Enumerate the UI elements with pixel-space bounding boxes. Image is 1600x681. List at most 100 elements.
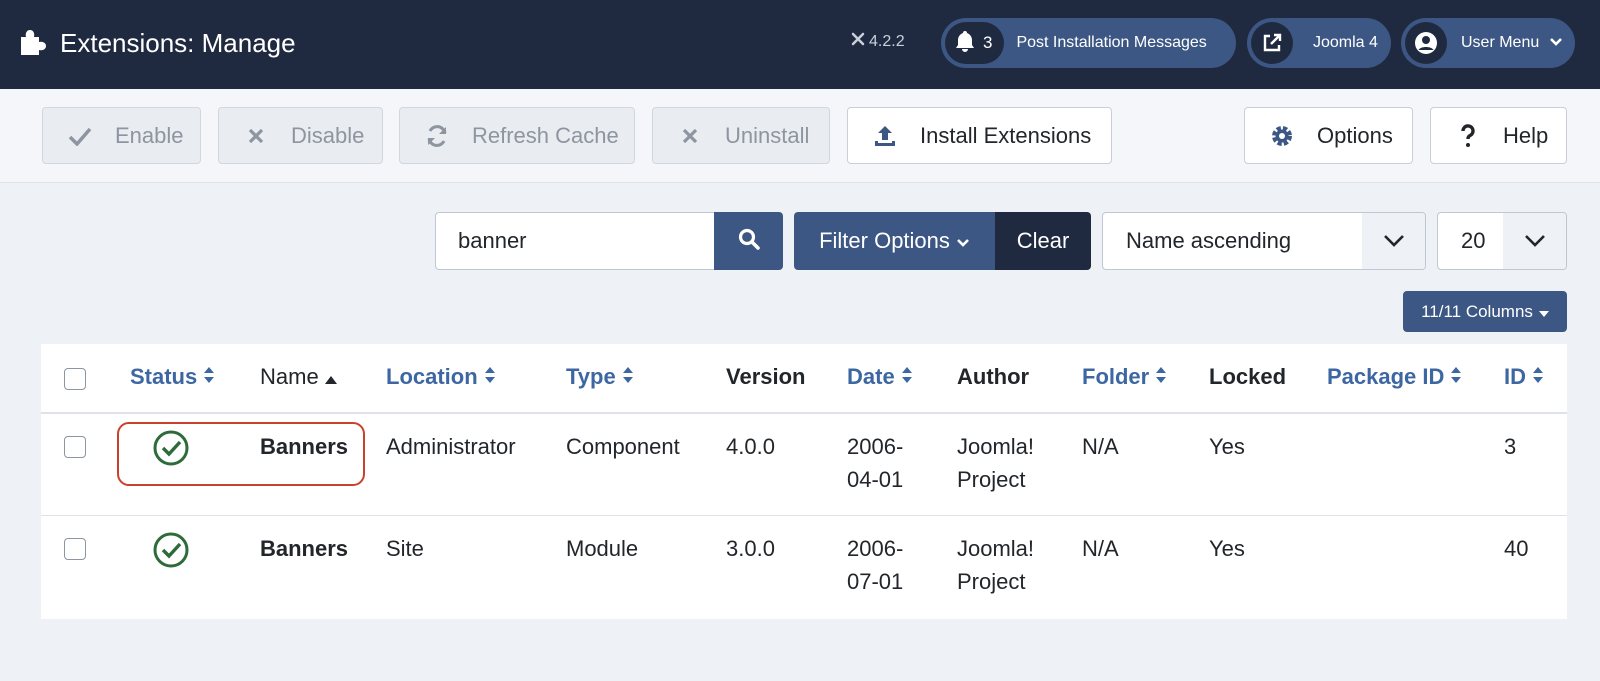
type-cell: Module: [566, 536, 639, 561]
locked-cell: Yes: [1209, 536, 1245, 561]
ordering-select[interactable]: Name ascending: [1102, 212, 1426, 270]
messages-badge: 3: [945, 22, 1005, 64]
date-cell-line2: 04-01: [847, 467, 904, 492]
sort-icon: [203, 364, 215, 390]
date-cell-line1: 2006-: [847, 434, 904, 459]
disable-label: Disable: [291, 122, 365, 148]
search-button[interactable]: [714, 212, 783, 270]
date-cell-line1: 2006-: [847, 536, 904, 561]
header-type-label: Type: [566, 364, 616, 389]
header-location-label: Location: [386, 364, 478, 389]
page-title-group: Extensions: Manage: [18, 26, 296, 61]
joomla-icon: [851, 32, 865, 51]
check-icon: [67, 126, 93, 146]
times-icon: [677, 127, 703, 145]
locked-cell: Yes: [1209, 434, 1245, 459]
author-cell-line1: Joomla!: [957, 434, 1035, 459]
type-cell: Component: [566, 434, 680, 459]
bell-icon: [955, 30, 975, 57]
header-package-id[interactable]: Package ID: [1327, 364, 1462, 390]
user-menu-label: User Menu: [1461, 34, 1540, 51]
header-bar: Extensions: Manage 4.2.2 3 Post Installa…: [0, 0, 1600, 89]
enable-button[interactable]: Enable: [42, 107, 201, 164]
header-id-label: ID: [1504, 364, 1526, 389]
header-version: Version: [726, 364, 806, 389]
install-extensions-button[interactable]: Install Extensions: [847, 107, 1112, 164]
external-link-icon: [1251, 22, 1293, 64]
header-name-label: Name: [260, 364, 319, 389]
header-type[interactable]: Type: [566, 364, 634, 390]
page-title: Extensions: Manage: [60, 28, 296, 58]
refresh-cache-button[interactable]: Refresh Cache: [399, 107, 635, 164]
question-icon: [1455, 123, 1481, 148]
ordering-value: Name ascending: [1126, 228, 1292, 253]
puzzle-icon: [18, 26, 48, 61]
user-menu-button[interactable]: User Menu: [1401, 18, 1575, 68]
header-status[interactable]: Status: [130, 364, 215, 390]
folder-cell: N/A: [1082, 434, 1119, 459]
filter-options-button[interactable]: Filter Options: [794, 212, 995, 270]
check-circle-icon[interactable]: [153, 430, 189, 471]
date-cell-line2: 07-01: [847, 569, 904, 594]
row-checkbox[interactable]: [64, 538, 86, 560]
version-text: 4.2.2: [869, 32, 905, 50]
upload-icon: [872, 124, 898, 148]
search-icon: [737, 227, 761, 256]
options-label: Options: [1317, 122, 1393, 148]
disable-button[interactable]: Disable: [218, 107, 383, 164]
extension-name[interactable]: Banners: [260, 430, 348, 463]
messages-count: 3: [983, 33, 993, 52]
version-label: 4.2.2: [851, 32, 905, 51]
row-checkbox[interactable]: [64, 436, 86, 458]
sort-icon: [622, 364, 634, 390]
install-extensions-label: Install Extensions: [920, 122, 1092, 148]
columns-label: 11/11 Columns: [1421, 301, 1533, 321]
chevron-down-icon: [1362, 213, 1425, 269]
header-location[interactable]: Location: [386, 364, 496, 390]
version-cell: 4.0.0: [726, 434, 775, 459]
help-button[interactable]: Help: [1430, 107, 1567, 164]
search-value: banner: [458, 228, 527, 253]
header-id[interactable]: ID: [1504, 364, 1544, 390]
clear-button[interactable]: Clear: [995, 212, 1091, 270]
uninstall-label: Uninstall: [725, 122, 810, 148]
author-cell-line2: Project: [957, 569, 1026, 594]
header-package-id-label: Package ID: [1327, 364, 1445, 389]
table-row: Banners Site Module 3.0.0 2006- 07-01 Jo…: [41, 516, 1567, 618]
select-all-checkbox[interactable]: [64, 368, 86, 390]
header-locked: Locked: [1209, 364, 1287, 389]
header-date-label: Date: [847, 364, 895, 389]
extension-name[interactable]: Banners: [260, 532, 348, 565]
folder-cell: N/A: [1082, 536, 1119, 561]
header-date[interactable]: Date: [847, 364, 913, 390]
times-icon: [243, 127, 269, 145]
view-site-button[interactable]: Joomla 4: [1247, 18, 1391, 68]
sort-icon: [901, 364, 913, 390]
uninstall-button[interactable]: Uninstall: [652, 107, 830, 164]
caret-down-icon: [1538, 302, 1549, 322]
extensions-table: Status Name Location Type Version Date A…: [41, 344, 1567, 619]
options-button[interactable]: Options: [1244, 107, 1413, 164]
location-cell: Site: [386, 536, 424, 561]
header-name[interactable]: Name: [260, 364, 337, 390]
search-input[interactable]: banner: [435, 212, 714, 270]
header-status-label: Status: [130, 364, 198, 389]
clear-label: Clear: [1016, 228, 1070, 253]
post-installation-messages-button[interactable]: 3 Post Installation Messages: [941, 18, 1236, 68]
id-cell: 3: [1504, 434, 1517, 459]
header-folder[interactable]: Folder: [1082, 364, 1167, 390]
list-limit-value: 20: [1461, 228, 1486, 253]
filter-options-label: Filter Options: [819, 228, 950, 253]
check-circle-icon[interactable]: [153, 532, 189, 573]
enable-label: Enable: [115, 122, 184, 148]
gear-icon: [1269, 124, 1295, 148]
header-folder-label: Folder: [1082, 364, 1150, 389]
chevron-down-icon: [956, 228, 970, 254]
sort-icon: [484, 364, 496, 390]
sort-icon: [1155, 364, 1167, 390]
columns-button[interactable]: 11/11 Columns: [1403, 291, 1567, 332]
author-cell-line2: Project: [957, 467, 1026, 492]
toolbar: Enable Disable Refresh Cache Uninstall I…: [0, 89, 1600, 183]
chevron-down-icon: [1503, 213, 1566, 269]
list-limit-select[interactable]: 20: [1437, 212, 1567, 270]
